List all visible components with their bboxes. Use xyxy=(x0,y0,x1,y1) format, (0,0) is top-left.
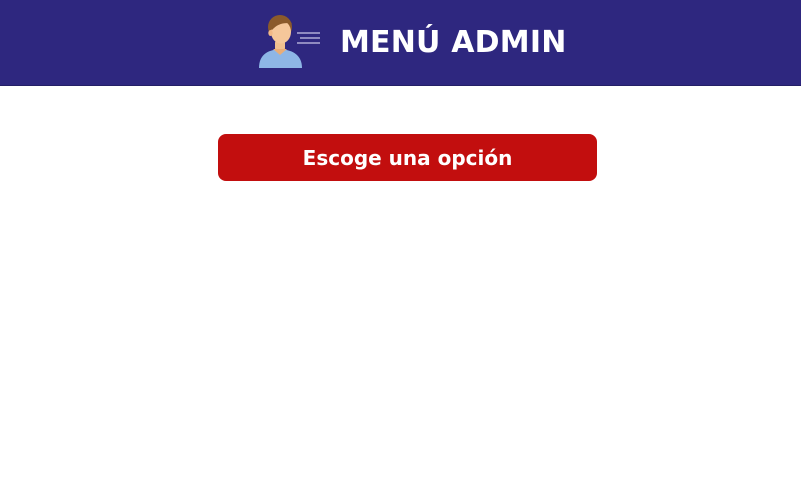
admin-user-icon xyxy=(259,15,320,68)
page-title: MENÚ ADMIN xyxy=(340,25,567,60)
header-brand: MENÚ ADMIN xyxy=(256,12,567,70)
main-content: Escoge una opción xyxy=(0,86,801,501)
choose-option-button[interactable]: Escoge una opción xyxy=(218,134,597,181)
page-header: MENÚ ADMIN xyxy=(0,0,801,86)
